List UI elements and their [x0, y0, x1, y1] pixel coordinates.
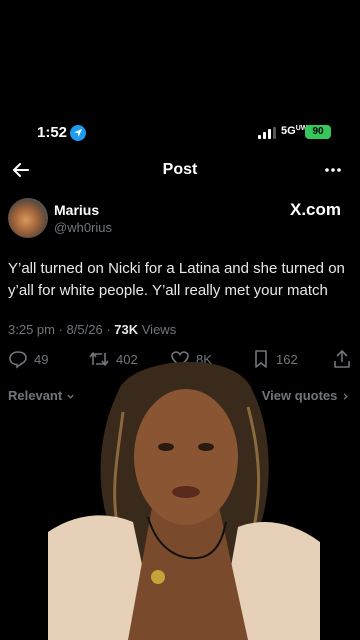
views-count: 73K — [114, 322, 139, 337]
reply-button[interactable]: 49 — [8, 348, 48, 370]
avatar[interactable] — [8, 198, 48, 238]
share-button[interactable] — [332, 348, 352, 370]
location-arrow-icon — [70, 125, 86, 141]
author-handle[interactable]: @wh0rius — [54, 220, 112, 235]
views-label: Views — [141, 322, 177, 337]
tweet-text: Y’all turned on Nicki for a Latina and s… — [8, 260, 345, 299]
tweet-time: 3:25 pm — [8, 322, 55, 337]
x-watermark: X.com — [290, 200, 342, 219]
tweet-date: 8/5/26 — [66, 322, 103, 337]
network-type: 5GUW — [281, 125, 308, 137]
author-name[interactable]: Marius — [54, 202, 99, 218]
reply-icon — [9, 351, 27, 369]
more-dots-icon[interactable] — [322, 159, 344, 181]
top-nav: Post — [0, 158, 360, 182]
status-time: 1:52 — [37, 124, 68, 141]
battery-indicator: 90 — [305, 125, 331, 139]
status-bar: 1:52 5GUW 90 — [0, 122, 360, 144]
presenter-video-overlay — [48, 361, 320, 640]
page-title: Post — [162, 161, 198, 178]
cellular-signal-icon — [258, 127, 276, 139]
reply-count: 49 — [34, 351, 49, 367]
tweet-meta: 3:25 pm · 8/5/26 · 73K Views — [8, 322, 177, 337]
chevron-right-icon — [343, 393, 348, 400]
share-icon — [334, 350, 350, 368]
